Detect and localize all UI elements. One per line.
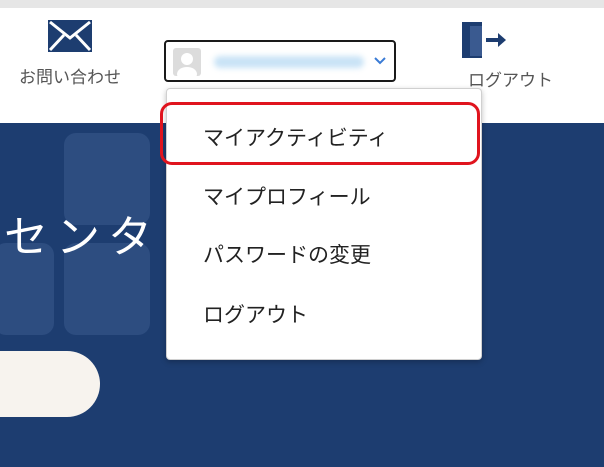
chevron-down-icon <box>374 57 386 65</box>
contact-label: お問い合わせ <box>19 68 121 88</box>
menu-item-change-password[interactable]: パスワードの変更 <box>203 239 371 269</box>
menu-item-logout[interactable]: ログアウト <box>203 299 308 329</box>
user-dropdown-toggle[interactable] <box>164 40 396 82</box>
user-name-redacted <box>214 56 364 68</box>
mail-icon <box>48 20 92 52</box>
logout-link[interactable]: ログアウト <box>420 20 553 91</box>
menu-item-my-profile[interactable]: マイプロフィール <box>203 181 371 211</box>
door-exit-icon <box>462 22 506 58</box>
top-strip <box>0 0 604 8</box>
hero-title: センタ <box>4 212 160 263</box>
highlight-annotation <box>160 102 480 165</box>
contact-link[interactable]: お問い合わせ <box>8 20 132 88</box>
hero-search-button[interactable] <box>0 351 100 417</box>
person-icon <box>173 48 201 76</box>
